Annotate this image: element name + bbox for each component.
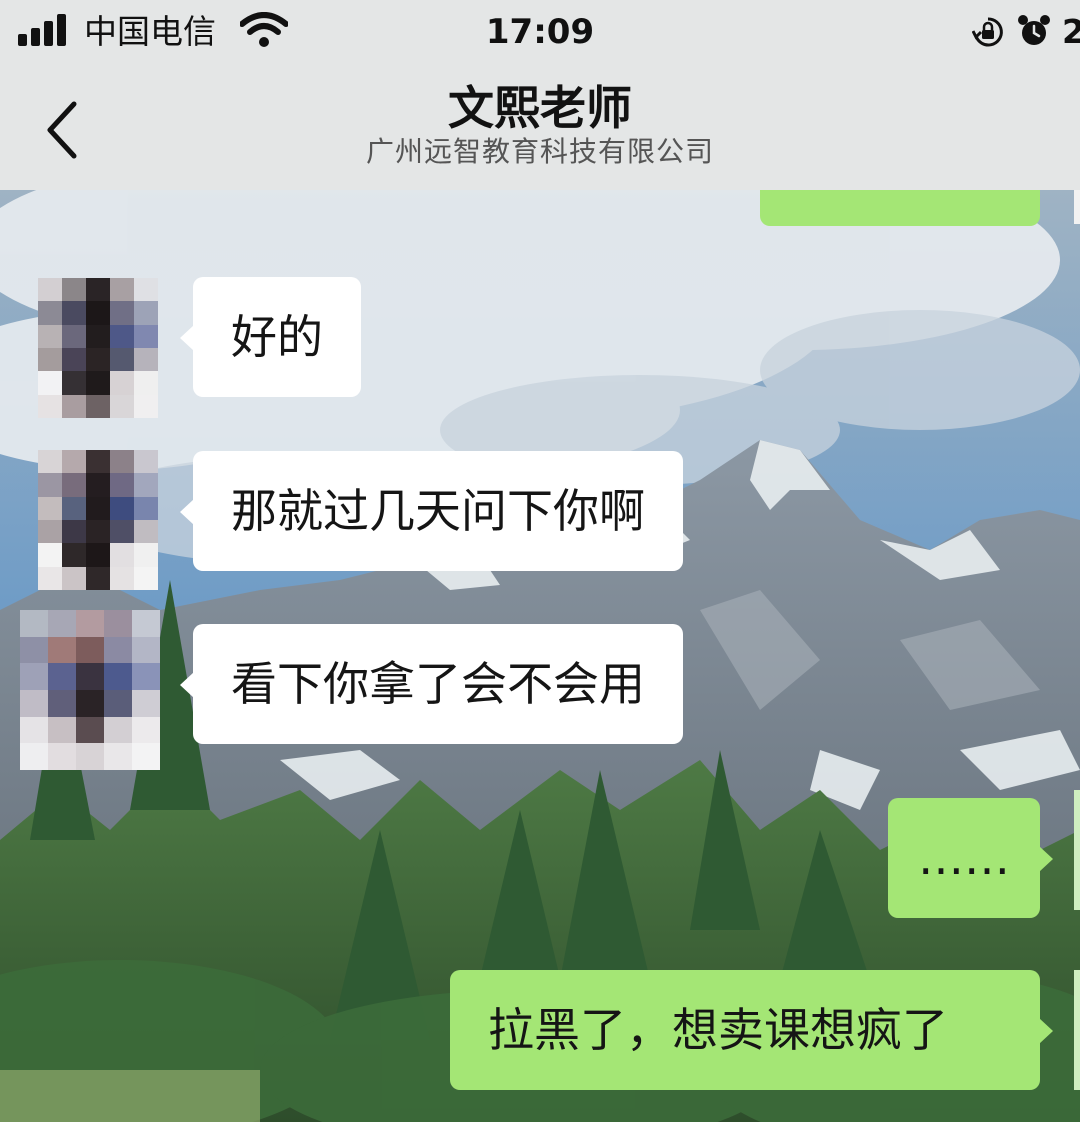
chat-title[interactable]: 文熙老师 [0, 78, 1080, 138]
screen-edge-fragment [1074, 190, 1080, 224]
message-bubble-received[interactable]: 那就过几天问下你啊 [180, 451, 683, 571]
message-bubble-sent[interactable]: …… [888, 798, 1053, 918]
status-bar: 中国电信 17:09 2 [0, 0, 1080, 70]
chat-subtitle: 广州远智教育科技有限公司 [365, 135, 714, 168]
orientation-lock-icon [972, 17, 1003, 47]
status-time: 17:09 [485, 12, 595, 52]
battery-level-partial: 2 [1062, 12, 1080, 51]
contact-avatar[interactable] [38, 278, 158, 418]
alarm-icon [1018, 15, 1050, 45]
screen-edge-fragment [1074, 790, 1080, 910]
screen-edge-fragment [1074, 970, 1080, 1090]
chat-header: 文熙老师 广州远智教育科技有限公司 [0, 70, 1080, 190]
contact-avatar[interactable] [20, 610, 160, 770]
message-bubble-sent[interactable]: 拉黑了，想卖课想疯了 [450, 970, 1053, 1090]
message-bubble-received[interactable]: 看下你拿了会不会用 [180, 624, 683, 744]
chat-message-area[interactable]: 好的 那就过几天问下你啊 看下你拿了会不会用 …… 拉黑了，想卖课想疯了 [0, 190, 1080, 1122]
contact-avatar[interactable] [38, 450, 158, 590]
message-bubble-partial [760, 190, 1040, 226]
message-bubble-received[interactable]: 好的 [180, 277, 361, 397]
